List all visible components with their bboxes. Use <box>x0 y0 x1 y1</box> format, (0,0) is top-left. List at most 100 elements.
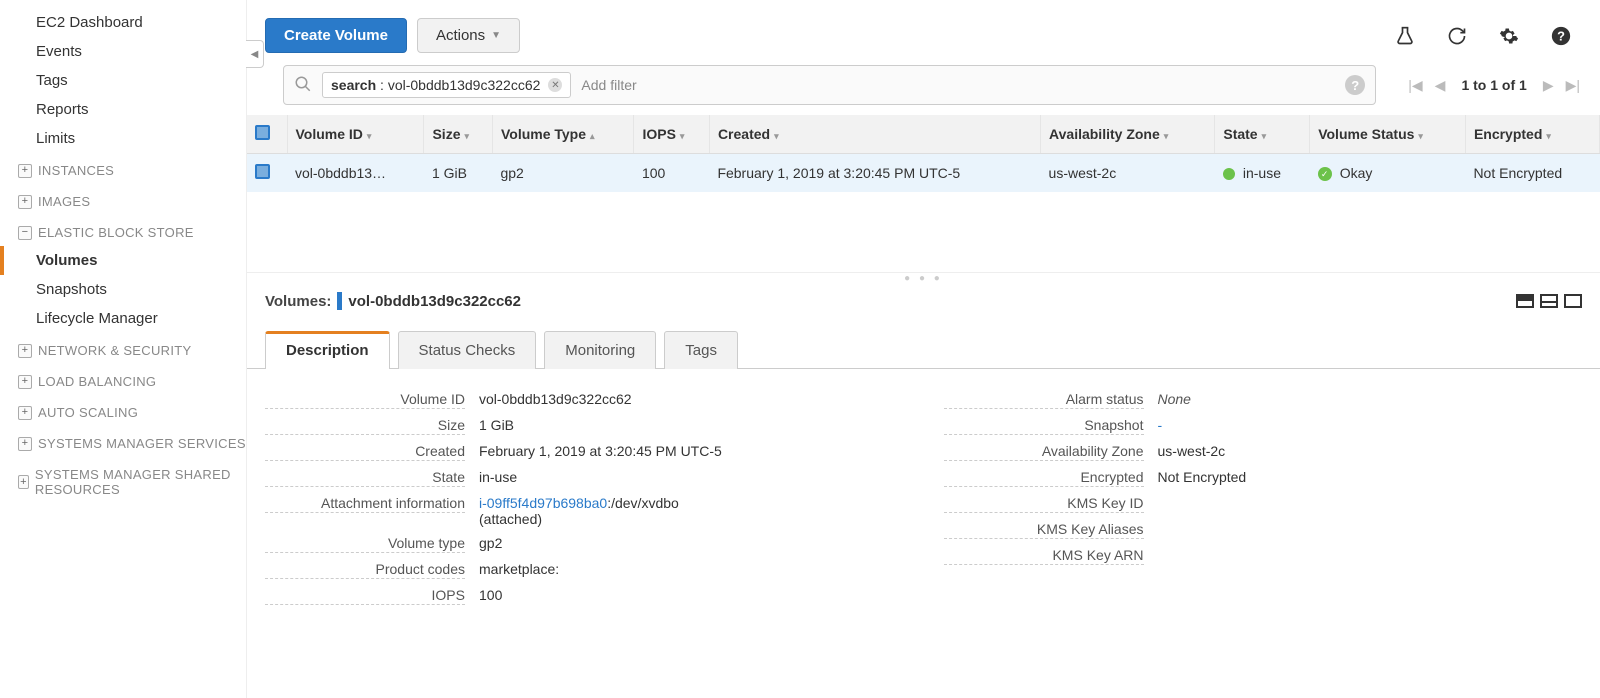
nav-section-systems-manager-services[interactable]: + SYSTEMS MANAGER SERVICES <box>0 426 246 457</box>
nav-section-label: LOAD BALANCING <box>38 374 156 389</box>
detail-row: Statein-use <box>265 465 904 491</box>
col-volume-type[interactable]: Volume Type▴ <box>492 115 633 154</box>
col-encrypted[interactable]: Encrypted▾ <box>1465 115 1599 154</box>
col-volume-id[interactable]: Volume ID▾ <box>287 115 424 154</box>
nav-section-label: SYSTEMS MANAGER SERVICES <box>38 436 246 451</box>
page-last-icon[interactable]: ▶| <box>1564 77 1582 94</box>
cell-az: us-west-2c <box>1041 154 1215 193</box>
search-filter-bar[interactable]: search : vol-0bddb13d9c322cc62 ✕ Add fil… <box>283 65 1376 105</box>
cell-volume-id: vol-0bddb13… <box>287 154 424 193</box>
nav-section-images[interactable]: +IMAGES <box>0 184 246 215</box>
pagination-text: 1 to 1 of 1 <box>1461 77 1526 93</box>
chevron-down-icon: ▼ <box>491 30 501 41</box>
remove-filter-icon[interactable]: ✕ <box>548 78 562 92</box>
gear-icon[interactable] <box>1498 25 1520 47</box>
detail-row: Volume IDvol-0bddb13d9c322cc62 <box>265 387 904 413</box>
select-all-checkbox[interactable] <box>255 125 270 140</box>
detail-row: KMS Key ARN <box>944 543 1583 569</box>
col-az[interactable]: Availability Zone▾ <box>1041 115 1215 154</box>
cell-volume-type: gp2 <box>492 154 633 193</box>
nav-item-ec2-dashboard[interactable]: EC2 Dashboard <box>0 8 246 37</box>
nav-item-events[interactable]: Events <box>0 37 246 66</box>
tab-description[interactable]: Description <box>265 331 390 369</box>
search-icon <box>294 75 312 96</box>
nav-section-instances[interactable]: + INSTANCES <box>0 153 246 184</box>
detail-value: in-use <box>465 469 904 485</box>
panel-splitter[interactable]: ● ● ● <box>247 272 1600 284</box>
detail-label: KMS Key Aliases <box>944 521 1144 539</box>
detail-row: KMS Key ID <box>944 491 1583 517</box>
detail-row: Availability Zoneus-west-2c <box>944 439 1583 465</box>
detail-value: vol-0bddb13d9c322cc62 <box>465 391 904 407</box>
tab-status-checks[interactable]: Status Checks <box>398 331 537 369</box>
nav-item-tags[interactable]: Tags <box>0 66 246 95</box>
nav-item-snapshots[interactable]: Snapshots <box>0 275 246 304</box>
detail-label: KMS Key ARN <box>944 547 1144 565</box>
expand-icon[interactable]: + <box>18 344 32 358</box>
col-volume-status[interactable]: Volume Status▾ <box>1310 115 1466 154</box>
svg-text:?: ? <box>1557 28 1565 43</box>
sidebar: EC2 DashboardEventsTagsReportsLimits + IN… <box>0 0 246 698</box>
page-next-icon[interactable]: ▶ <box>1541 77 1556 94</box>
nav-item-reports[interactable]: Reports <box>0 95 246 124</box>
refresh-icon[interactable] <box>1446 25 1468 47</box>
status-dot-icon <box>1223 168 1235 180</box>
expand-icon[interactable]: + <box>18 195 32 209</box>
nav-section-network-security[interactable]: +NETWORK & SECURITY <box>0 333 246 364</box>
nav-section-load-balancing[interactable]: + LOAD BALANCING <box>0 364 246 395</box>
add-filter-input[interactable]: Add filter <box>581 77 1335 93</box>
search-tag-value: vol-0bddb13d9c322cc62 <box>388 77 541 93</box>
snapshot-link[interactable]: - <box>1158 417 1163 433</box>
row-checkbox[interactable] <box>255 164 270 179</box>
detail-row: KMS Key Aliases <box>944 517 1583 543</box>
expand-icon[interactable]: + <box>18 375 32 389</box>
main-panel: ◀ Create Volume Actions ▼ ? <box>246 0 1600 698</box>
nav-item-lifecycle-manager[interactable]: Lifecycle Manager <box>0 304 246 333</box>
attachment-sub: (attached) <box>479 511 904 527</box>
expand-icon[interactable]: + <box>18 475 29 489</box>
toolbar: Create Volume Actions ▼ ? <box>247 0 1600 65</box>
layout-split-icon[interactable] <box>1540 294 1558 308</box>
tab-tags[interactable]: Tags <box>664 331 738 369</box>
tab-monitoring[interactable]: Monitoring <box>544 331 656 369</box>
detail-value: 1 GiB <box>465 417 904 433</box>
detail-row: Attachment informationi-09ff5f4d97b698ba… <box>265 491 904 531</box>
sidebar-collapse-handle[interactable]: ◀ <box>246 40 264 68</box>
detail-label: IOPS <box>265 587 465 605</box>
detail-label: Alarm status <box>944 391 1144 409</box>
layout-top-icon[interactable] <box>1516 294 1534 308</box>
cell-encrypted: Not Encrypted <box>1465 154 1599 193</box>
search-filter-tag[interactable]: search : vol-0bddb13d9c322cc62 ✕ <box>322 72 571 98</box>
detail-value: gp2 <box>465 535 904 551</box>
detail-value: February 1, 2019 at 3:20:45 PM UTC-5 <box>465 443 904 459</box>
help-icon[interactable]: ? <box>1550 25 1572 47</box>
col-size[interactable]: Size▾ <box>424 115 493 154</box>
col-created[interactable]: Created▾ <box>709 115 1040 154</box>
nav-section-label: INSTANCES <box>38 163 114 178</box>
detail-tabs: DescriptionStatus ChecksMonitoringTags <box>247 318 1600 369</box>
expand-icon[interactable]: + <box>18 164 32 178</box>
table-row[interactable]: vol-0bddb13… 1 GiB gp2 100 February 1, 2… <box>247 154 1600 193</box>
nav-section-auto-scaling[interactable]: +AUTO SCALING <box>0 395 246 426</box>
nav-item-volumes[interactable]: Volumes <box>0 246 246 275</box>
layout-full-icon[interactable] <box>1564 294 1582 308</box>
page-prev-icon[interactable]: ◀ <box>1433 77 1448 94</box>
nav-item-limits[interactable]: Limits <box>0 124 246 153</box>
cell-created: February 1, 2019 at 3:20:45 PM UTC-5 <box>709 154 1040 193</box>
attachment-link[interactable]: i-09ff5f4d97b698ba0 <box>479 495 607 511</box>
detail-row: Product codesmarketplace: <box>265 557 904 583</box>
detail-value: i-09ff5f4d97b698ba0:/dev/xvdbo(attached) <box>465 495 904 527</box>
nav-section-elastic-block-store[interactable]: −ELASTIC BLOCK STORE <box>0 215 246 246</box>
page-first-icon[interactable]: |◀ <box>1406 77 1424 94</box>
collapse-icon[interactable]: − <box>18 226 32 240</box>
nav-section-systems-manager-shared-resources[interactable]: +SYSTEMS MANAGER SHARED RESOURCES <box>0 457 246 503</box>
detail-row: IOPS100 <box>265 583 904 609</box>
expand-icon[interactable]: + <box>18 406 32 420</box>
col-state[interactable]: State▾ <box>1215 115 1310 154</box>
expand-icon[interactable]: + <box>18 437 32 451</box>
experiment-icon[interactable] <box>1394 25 1416 47</box>
search-help-icon[interactable]: ? <box>1345 75 1365 95</box>
col-iops[interactable]: IOPS▾ <box>634 115 709 154</box>
actions-button[interactable]: Actions ▼ <box>417 18 520 53</box>
create-volume-button[interactable]: Create Volume <box>265 18 407 53</box>
